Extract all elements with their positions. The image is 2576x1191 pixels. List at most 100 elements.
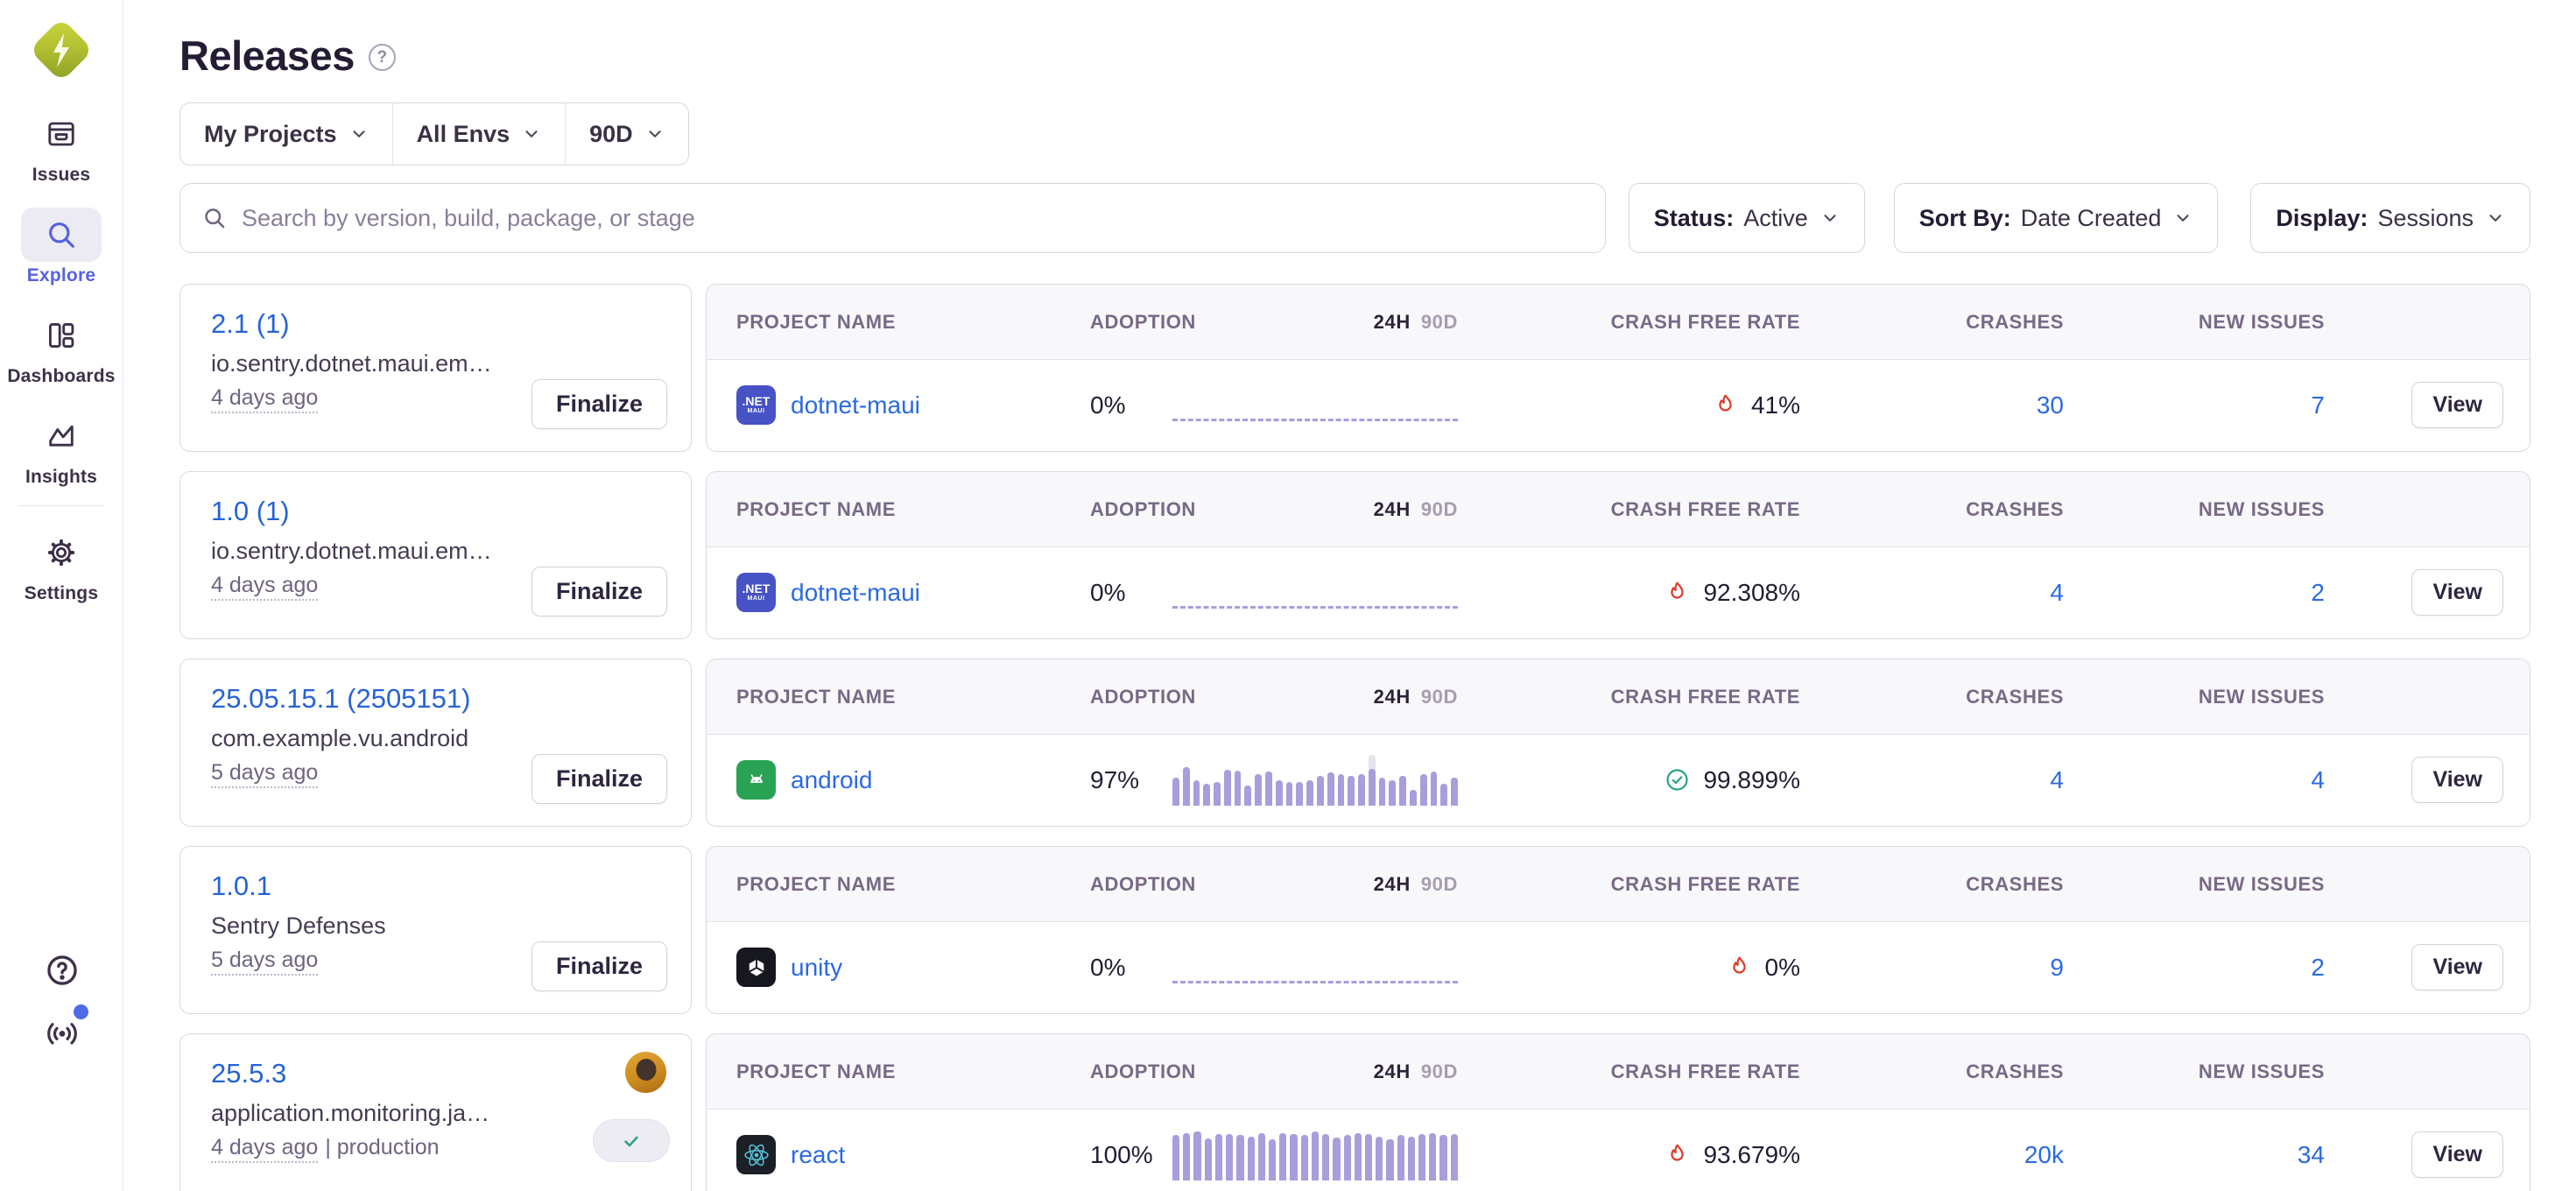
project-link[interactable]: react — [791, 1141, 845, 1169]
range-90d-toggle[interactable]: 90D — [1421, 686, 1458, 708]
column-adoption-label: ADOPTION — [1090, 686, 1196, 708]
column-adoption: ADOPTION 24H 90D — [1090, 498, 1458, 521]
project-link[interactable]: unity — [791, 954, 842, 982]
adoption-sparkline — [1172, 1130, 1458, 1180]
crashes-link[interactable]: 4 — [2050, 766, 2064, 793]
lightning-bolt-icon — [31, 19, 92, 81]
release-table: PROJECT NAME ADOPTION 24H 90D CRASH FREE… — [706, 846, 2530, 1014]
column-new-issues: NEW ISSUES — [2064, 311, 2325, 334]
release-version-link[interactable]: 2.1 (1) — [211, 308, 290, 340]
range-24h-toggle[interactable]: 24H — [1374, 498, 1411, 521]
sidebar-item-dashboards[interactable]: Dashboards — [7, 308, 115, 387]
finalize-button[interactable]: Finalize — [531, 754, 667, 804]
column-project-name: PROJECT NAME — [736, 873, 1090, 896]
column-adoption-label: ADOPTION — [1090, 1061, 1196, 1083]
range-90d-toggle[interactable]: 90D — [1421, 498, 1458, 521]
display-label: Display: — [2276, 205, 2368, 232]
adoption-percent: 100% — [1090, 1141, 1153, 1169]
display-dropdown[interactable]: Display: Sessions — [2250, 183, 2530, 253]
new-issues-link[interactable]: 2 — [2311, 954, 2325, 981]
crash-free-rate: 92.308% — [1458, 579, 1800, 607]
crashes-link[interactable]: 30 — [2037, 391, 2064, 419]
sidebar-item-settings[interactable]: Settings — [21, 525, 102, 604]
project-link[interactable]: android — [791, 766, 872, 794]
column-adoption-label: ADOPTION — [1090, 498, 1196, 521]
view-button[interactable]: View — [2411, 569, 2503, 616]
release-environment: | production — [325, 1135, 439, 1159]
column-crashes: CRASHES — [1800, 686, 2064, 708]
range-24h-toggle[interactable]: 24H — [1374, 873, 1411, 896]
range-24h-toggle[interactable]: 24H — [1374, 311, 1411, 334]
release-version-link[interactable]: 1.0.1 — [211, 870, 271, 902]
adoption-sparkline — [1172, 419, 1458, 421]
new-issues-link[interactable]: 2 — [2311, 579, 2325, 606]
org-logo[interactable] — [31, 19, 92, 81]
finalize-button[interactable]: Finalize — [531, 567, 667, 617]
column-crashes: CRASHES — [1800, 1061, 2064, 1083]
chevron-down-icon — [645, 124, 665, 144]
release-version-link[interactable]: 25.5.3 — [211, 1058, 286, 1089]
crashes-link[interactable]: 20k — [2024, 1141, 2064, 1168]
finalize-button[interactable]: Finalize — [531, 379, 667, 429]
finalized-check-pill[interactable] — [593, 1119, 670, 1162]
check-circle-icon — [1664, 766, 1691, 793]
view-button[interactable]: View — [2411, 944, 2503, 990]
project-link[interactable]: dotnet-maui — [791, 579, 920, 607]
sidebar-bottom — [0, 952, 123, 1053]
fire-icon — [1664, 579, 1691, 606]
view-button[interactable]: View — [2411, 1131, 2503, 1178]
crash-free-value: 0% — [1765, 954, 1800, 982]
environment-filter-dropdown[interactable]: All Envs — [392, 103, 566, 165]
fire-icon — [1664, 1141, 1691, 1168]
sidebar-item-insights[interactable]: Insights — [21, 409, 102, 488]
search-icon — [21, 208, 102, 262]
range-90d-toggle[interactable]: 90D — [1421, 873, 1458, 896]
release-created-time: 4 days ago — [211, 1135, 318, 1163]
whats-new-button[interactable] — [43, 1013, 81, 1053]
range-90d-toggle[interactable]: 90D — [1421, 311, 1458, 334]
column-adoption-label: ADOPTION — [1090, 873, 1196, 896]
date-range-dropdown[interactable]: 90D — [565, 103, 688, 165]
release-group: 25.05.15.1 (2505151) com.example.vu.andr… — [179, 659, 2530, 827]
status-dropdown[interactable]: Status: Active — [1629, 183, 1865, 253]
view-button[interactable]: View — [2411, 382, 2503, 428]
finalize-button[interactable]: Finalize — [531, 941, 667, 991]
release-table-row: .NETMAUI dotnet-maui 0% 92.308% 4 — [707, 547, 2530, 638]
check-icon — [619, 1129, 644, 1153]
project-filter-dropdown[interactable]: My Projects — [180, 103, 392, 165]
page-filter-bar: My Projects All Envs 90D — [179, 102, 689, 166]
crashes-link[interactable]: 9 — [2050, 954, 2064, 981]
release-version-link[interactable]: 1.0 (1) — [211, 496, 290, 527]
release-card: 1.0 (1) io.sentry.dotnet.maui.em… 4 days… — [179, 471, 692, 639]
release-search-input[interactable] — [242, 205, 1584, 232]
range-24h-toggle[interactable]: 24H — [1374, 1061, 1411, 1083]
new-issues-link[interactable]: 7 — [2311, 391, 2325, 419]
fire-icon — [1726, 954, 1753, 981]
new-issues-link[interactable]: 34 — [2298, 1141, 2325, 1168]
help-button[interactable] — [44, 952, 81, 993]
crash-free-rate: 93.679% — [1458, 1141, 1800, 1169]
sidebar-nav-secondary: Settings — [0, 525, 123, 604]
release-version-link[interactable]: 25.05.15.1 (2505151) — [211, 683, 470, 715]
column-crashes: CRASHES — [1800, 311, 2064, 334]
sidebar-item-explore[interactable]: Explore — [21, 208, 102, 286]
display-value: Sessions — [2377, 205, 2474, 232]
adoption-percent: 0% — [1090, 391, 1125, 419]
sidebar-item-issues[interactable]: Issues — [21, 107, 102, 186]
release-group: 1.0.1 Sentry Defenses 5 days ago Finaliz… — [179, 846, 2530, 1014]
range-90d-toggle[interactable]: 90D — [1421, 1061, 1458, 1083]
new-issues-link[interactable]: 4 — [2311, 766, 2325, 793]
sort-by-dropdown[interactable]: Sort By: Date Created — [1894, 183, 2219, 253]
releases-list: 2.1 (1) io.sentry.dotnet.maui.em… 4 days… — [179, 284, 2530, 1191]
sidebar-item-label: Explore — [27, 265, 95, 286]
release-package: io.sentry.dotnet.maui.em… — [211, 538, 588, 565]
crashes-link[interactable]: 4 — [2050, 579, 2064, 606]
sentry-releases-page: Issues Explore — [0, 0, 2576, 1191]
page-help-icon[interactable]: ? — [369, 44, 396, 71]
view-button[interactable]: View — [2411, 757, 2503, 803]
column-crash-free-rate: CRASH FREE RATE — [1458, 311, 1800, 334]
date-range-value: 90D — [589, 121, 633, 148]
range-24h-toggle[interactable]: 24H — [1374, 686, 1411, 708]
sidebar-item-label: Insights — [25, 467, 97, 488]
project-link[interactable]: dotnet-maui — [791, 391, 920, 419]
